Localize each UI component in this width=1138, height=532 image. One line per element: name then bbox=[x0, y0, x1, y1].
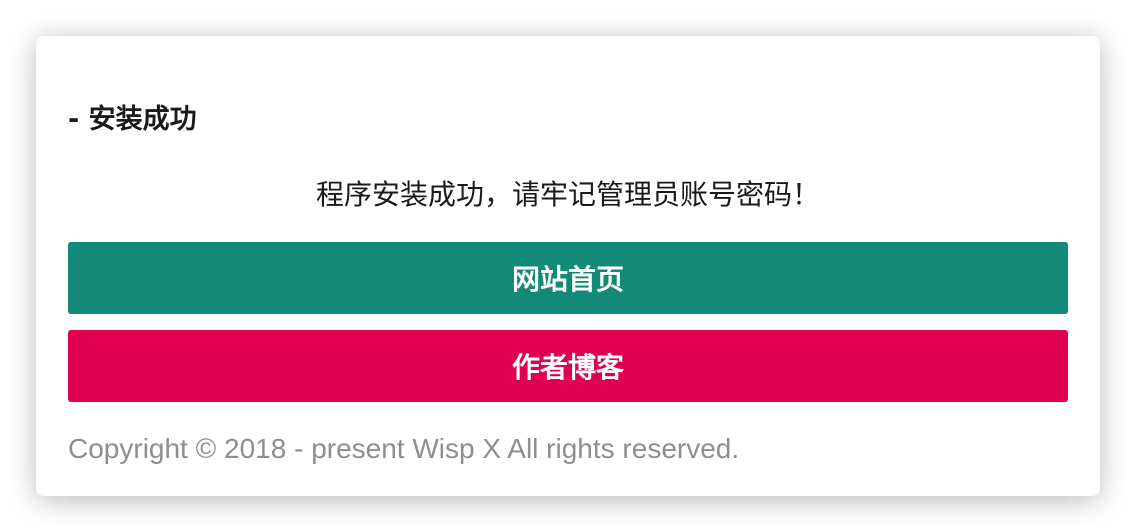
page-title: - 安装成功 bbox=[68, 104, 197, 135]
home-page-button[interactable]: 网站首页 bbox=[68, 242, 1068, 314]
copyright-footer: Copyright © 2018 - present Wisp X All ri… bbox=[68, 433, 740, 464]
success-message: 程序安装成功，请牢记管理员账号密码！ bbox=[315, 178, 820, 211]
install-success-card: - 安装成功 程序安装成功，请牢记管理员账号密码！ 网站首页 作者博客 Copy… bbox=[36, 36, 1100, 496]
author-blog-button[interactable]: 作者博客 bbox=[68, 330, 1068, 402]
